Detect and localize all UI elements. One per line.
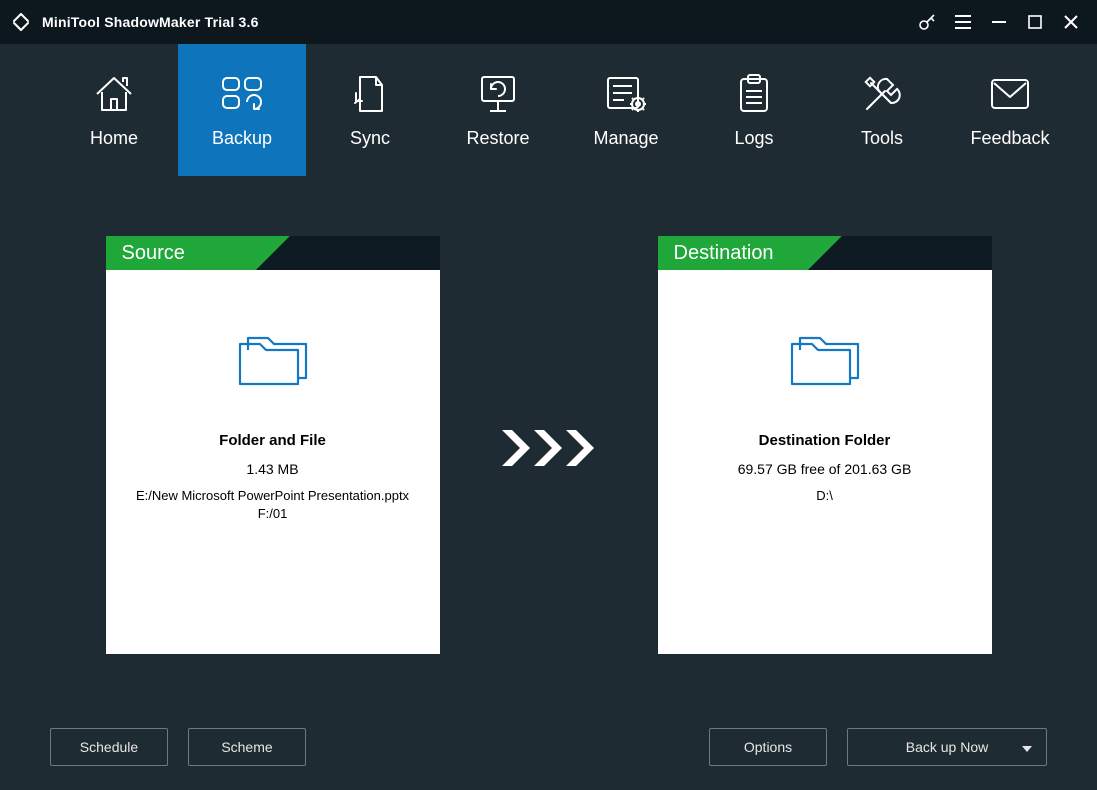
backup-now-label: Back up Now	[906, 739, 988, 755]
tab-label: Manage	[593, 128, 658, 149]
destination-title: Destination Folder	[658, 432, 992, 449]
tab-manage[interactable]: Manage	[562, 44, 690, 176]
backup-now-button[interactable]: Back up Now	[847, 728, 1047, 766]
tab-restore[interactable]: Restore	[434, 44, 562, 176]
destination-panel-header: Destination	[658, 236, 992, 270]
folder-icon	[786, 330, 864, 390]
bottom-bar: Schedule Scheme Options Back up Now	[0, 728, 1097, 766]
content-area: Source Folder and File 1.43 MB E:/New Mi…	[0, 176, 1097, 654]
arrows-icon	[500, 426, 598, 475]
destination-header-label: Destination	[658, 236, 808, 270]
caret-down-icon	[1022, 739, 1032, 755]
destination-path: D:\	[658, 487, 992, 505]
tab-logs[interactable]: Logs	[690, 44, 818, 176]
tab-backup[interactable]: Backup	[178, 44, 306, 176]
scheme-button[interactable]: Scheme	[188, 728, 306, 766]
tab-feedback[interactable]: Feedback	[946, 44, 1074, 176]
restore-icon	[476, 72, 520, 116]
tab-label: Restore	[466, 128, 529, 149]
minimize-button[interactable]	[981, 0, 1017, 44]
destination-panel[interactable]: Destination Destination Folder 69.57 GB …	[658, 236, 992, 654]
tab-label: Home	[90, 128, 138, 149]
logs-icon	[736, 72, 772, 116]
feedback-icon	[989, 72, 1031, 116]
source-panel-header: Source	[106, 236, 440, 270]
tab-label: Sync	[350, 128, 390, 149]
maximize-button[interactable]	[1017, 0, 1053, 44]
schedule-button[interactable]: Schedule	[50, 728, 168, 766]
source-size: 1.43 MB	[106, 461, 440, 477]
spacer	[326, 728, 689, 766]
backup-icon	[219, 72, 265, 116]
folder-icon	[234, 330, 312, 390]
tab-home[interactable]: Home	[50, 44, 178, 176]
app-title: MiniTool ShadowMaker Trial 3.6	[42, 14, 259, 30]
home-icon	[93, 72, 135, 116]
tab-label: Logs	[734, 128, 773, 149]
close-button[interactable]	[1053, 0, 1089, 44]
destination-size: 69.57 GB free of 201.63 GB	[658, 461, 992, 477]
options-button[interactable]: Options	[709, 728, 827, 766]
sync-icon	[352, 72, 388, 116]
manage-icon	[604, 72, 648, 116]
tab-label: Backup	[212, 128, 272, 149]
key-icon[interactable]	[909, 0, 945, 44]
source-header-label: Source	[106, 236, 256, 270]
source-path: E:/New Microsoft PowerPoint Presentation…	[106, 487, 440, 522]
tab-label: Tools	[861, 128, 903, 149]
main-nav: Home Backup Sync Restore	[0, 44, 1097, 176]
tools-icon	[861, 72, 903, 116]
menu-icon[interactable]	[945, 0, 981, 44]
source-panel[interactable]: Source Folder and File 1.43 MB E:/New Mi…	[106, 236, 440, 654]
source-title: Folder and File	[106, 432, 440, 449]
tab-label: Feedback	[970, 128, 1049, 149]
title-bar: MiniTool ShadowMaker Trial 3.6	[0, 0, 1097, 44]
tab-sync[interactable]: Sync	[306, 44, 434, 176]
tab-tools[interactable]: Tools	[818, 44, 946, 176]
app-logo-icon	[10, 11, 32, 33]
